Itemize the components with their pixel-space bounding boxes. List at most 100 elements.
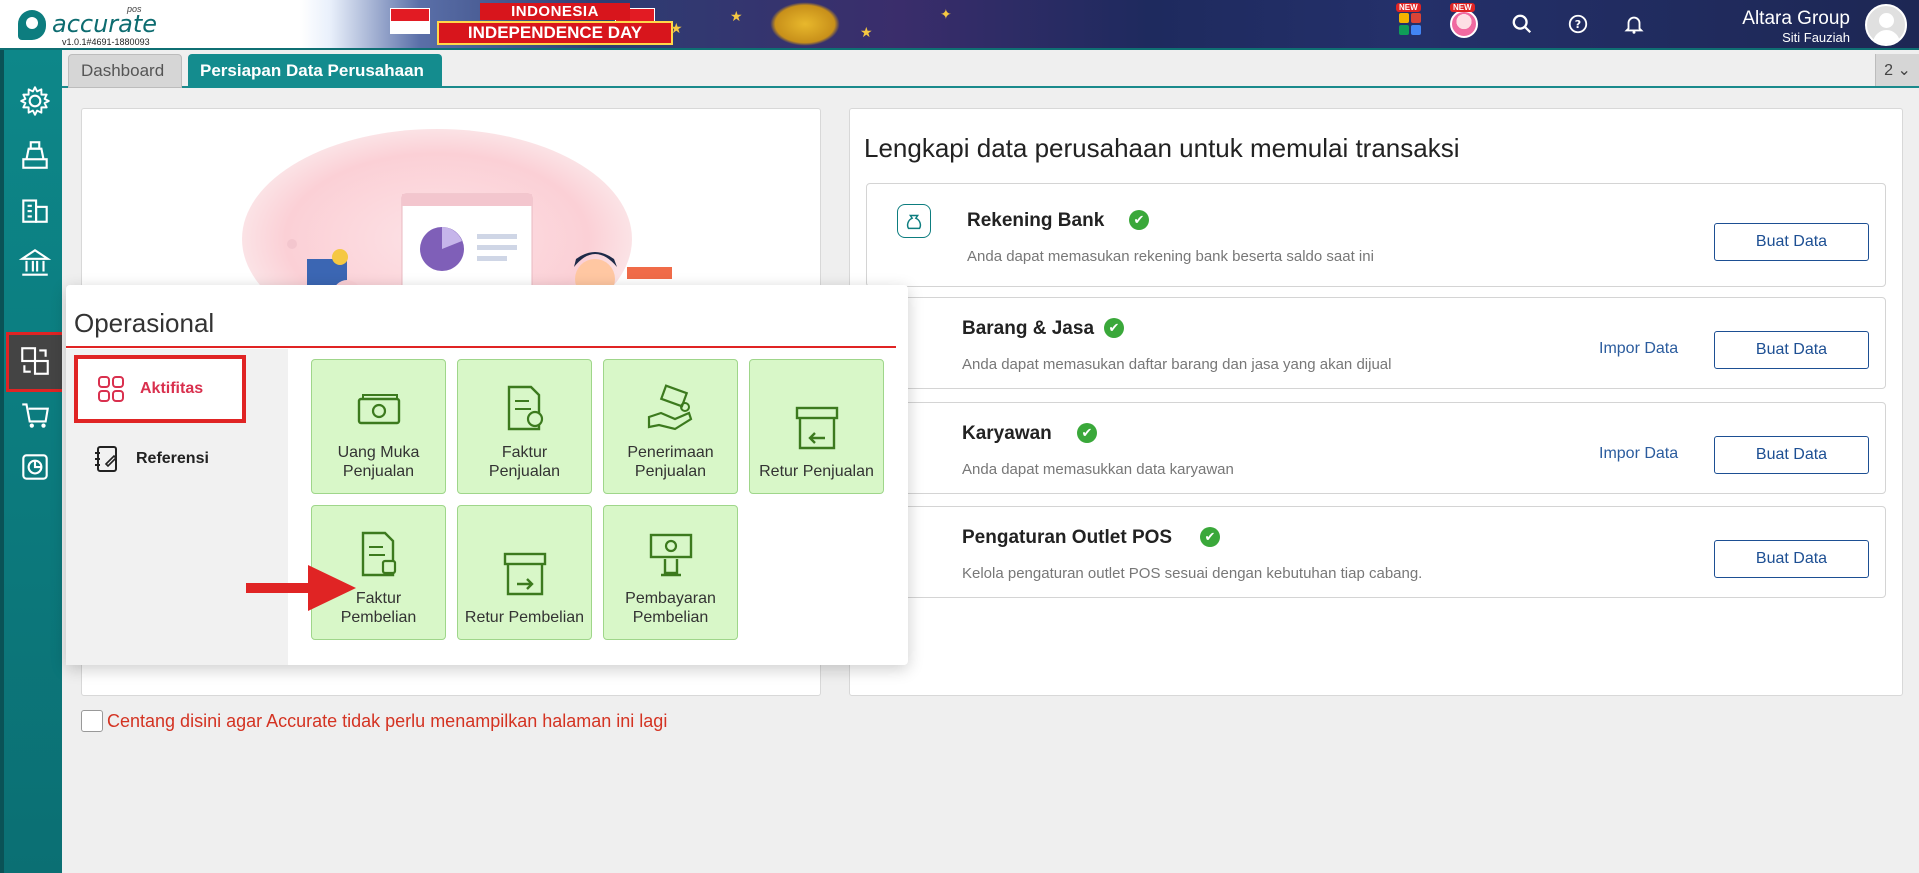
search-icon bbox=[1512, 14, 1532, 34]
bank-icon bbox=[18, 248, 52, 276]
tab-count-dropdown[interactable]: 2 ⌄ bbox=[1875, 54, 1919, 86]
tile-retur-penjualan[interactable]: Retur Penjualan bbox=[749, 359, 884, 494]
buat-data-button[interactable]: Buat Data bbox=[1714, 540, 1869, 578]
flag-icon bbox=[390, 8, 430, 34]
help-icon: ? bbox=[1568, 14, 1588, 34]
tile-label-2: Retur Pembelian bbox=[464, 609, 585, 626]
banner-line1: INDONESIA bbox=[480, 3, 630, 20]
setup-row-karyawan: Karyawan ✔ Anda dapat memasukkan data ka… bbox=[866, 402, 1886, 494]
setup-row-title: Pengaturan Outlet POS bbox=[962, 527, 1173, 548]
setup-row-desc: Anda dapat memasukkan data karyawan bbox=[962, 461, 1234, 478]
user-avatar[interactable] bbox=[1865, 4, 1907, 46]
search-button[interactable] bbox=[1506, 8, 1538, 40]
sidebar-item-company[interactable] bbox=[14, 188, 56, 230]
new-badge: NEW bbox=[1396, 3, 1421, 12]
sidebar bbox=[0, 50, 70, 873]
sidebar-item-pos[interactable] bbox=[14, 134, 56, 176]
mascot-button[interactable]: NEW bbox=[1448, 3, 1480, 40]
star-icon: ✦ bbox=[940, 6, 952, 22]
tile-label-2: Penjualan bbox=[634, 463, 707, 480]
operations-icon bbox=[21, 347, 49, 375]
popup-tab-aktifitas[interactable]: Aktifitas bbox=[74, 355, 246, 423]
tile-label-1: Faktur bbox=[501, 444, 548, 461]
banner-line2: INDEPENDENCE DAY bbox=[437, 21, 673, 45]
sidebar-item-reports[interactable] bbox=[14, 446, 56, 488]
tile-label-2: Penjualan bbox=[488, 463, 561, 480]
app-logo[interactable]: accurate pos v1.0.1#4691-1880093 bbox=[12, 4, 172, 48]
tile-label-1: Faktur bbox=[355, 590, 402, 607]
dont-show-again-row: Centang disini agar Accurate tidak perlu… bbox=[81, 710, 667, 732]
apps-menu-button[interactable]: NEW bbox=[1394, 3, 1426, 40]
operasional-menu-popup: Operasional Aktifitas Referensi Uang Muk… bbox=[66, 285, 908, 665]
tab-bar: Dashboard Persiapan Data Perusahaan 2 ⌄ bbox=[62, 50, 1919, 88]
bell-icon bbox=[1624, 16, 1644, 34]
tile-pembayaran-pembelian[interactable]: Pembayaran Pembelian bbox=[603, 505, 738, 640]
cash-icon bbox=[357, 394, 400, 425]
popup-tab-label: Aktifitas bbox=[140, 380, 204, 397]
invoice-purchase-icon bbox=[361, 531, 396, 577]
star-icon: ★ bbox=[730, 8, 743, 24]
tab-dashboard[interactable]: Dashboard bbox=[68, 54, 182, 88]
tile-label-1: Uang Muka bbox=[337, 444, 420, 461]
building-icon bbox=[22, 199, 48, 223]
mascot-avatar-icon bbox=[1450, 10, 1478, 38]
check-circle-icon: ✔ bbox=[1077, 423, 1097, 443]
dont-show-again-checkbox[interactable] bbox=[81, 710, 103, 732]
hand-money-icon bbox=[647, 384, 692, 431]
setup-row-desc: Kelola pengaturan outlet POS sesuai deng… bbox=[962, 565, 1423, 582]
payment-hand-icon bbox=[649, 533, 692, 577]
help-button[interactable]: ? bbox=[1562, 8, 1594, 40]
logo-text: accurate bbox=[52, 10, 158, 38]
tile-label-2: Penjualan bbox=[342, 463, 415, 480]
invoice-sale-icon bbox=[507, 385, 543, 431]
check-circle-icon: ✔ bbox=[1200, 527, 1220, 547]
grid-apps-icon bbox=[98, 376, 124, 402]
buat-data-button[interactable]: Buat Data bbox=[1714, 331, 1869, 369]
star-icon: ★ bbox=[860, 24, 873, 40]
tile-uang-muka-penjualan[interactable]: Uang Muka Penjualan bbox=[311, 359, 446, 494]
buat-data-button[interactable]: Buat Data bbox=[1714, 436, 1869, 474]
setup-row-desc: Anda dapat memasukan rekening bank beser… bbox=[967, 248, 1374, 265]
buat-data-button[interactable]: Buat Data bbox=[1714, 223, 1869, 261]
popup-tab-label: Referensi bbox=[136, 450, 209, 467]
logo-sub: pos bbox=[127, 4, 142, 14]
sidebar-item-operasional[interactable] bbox=[14, 340, 56, 382]
tile-penerimaan-penjualan[interactable]: Penerimaan Penjualan bbox=[603, 359, 738, 494]
setup-row-rekening-bank: Rekening Bank ✔ Anda dapat memasukan rek… bbox=[866, 183, 1886, 287]
dont-show-again-label[interactable]: Centang disini agar Accurate tidak perlu… bbox=[107, 711, 667, 732]
tile-label-2: Retur Penjualan bbox=[759, 463, 874, 480]
app-root: accurate pos v1.0.1#4691-1880093 INDONES… bbox=[0, 0, 1919, 873]
top-bar: accurate pos v1.0.1#4691-1880093 INDONES… bbox=[0, 0, 1919, 50]
tile-retur-pembelian[interactable]: Retur Pembelian bbox=[457, 505, 592, 640]
cashier-icon bbox=[22, 141, 48, 169]
popup-tab-referensi[interactable]: Referensi bbox=[74, 425, 288, 493]
independence-day-banner: INDONESIA INDEPENDENCE DAY ★ ★ ★ ✦ bbox=[330, 0, 1150, 50]
box-return-out-icon bbox=[503, 552, 546, 596]
sidebar-item-settings[interactable] bbox=[14, 80, 56, 122]
setup-row-barang-jasa: Barang & Jasa ✔ Anda dapat memasukan daf… bbox=[866, 297, 1886, 389]
star-icon: ★ bbox=[670, 20, 683, 36]
tab-persiapan-data[interactable]: Persiapan Data Perusahaan bbox=[188, 54, 442, 88]
setup-title: Lengkapi data perusahaan untuk memulai t… bbox=[864, 133, 1460, 163]
svg-text:?: ? bbox=[1575, 18, 1581, 31]
sidebar-item-bank[interactable] bbox=[14, 242, 56, 284]
money-bag-icon bbox=[897, 204, 931, 238]
setup-card: Lengkapi data perusahaan untuk memulai t… bbox=[849, 108, 1903, 696]
sidebar-item-inventory[interactable] bbox=[14, 394, 56, 436]
accurate-logo-icon bbox=[18, 10, 46, 40]
box-return-icon bbox=[795, 406, 838, 450]
impor-data-link[interactable]: Impor Data bbox=[1599, 340, 1678, 358]
setup-row-title: Karyawan bbox=[962, 423, 1052, 444]
gear-icon bbox=[20, 86, 50, 116]
report-chart-icon bbox=[22, 454, 48, 480]
impor-data-link[interactable]: Impor Data bbox=[1599, 445, 1678, 463]
cart-icon bbox=[22, 403, 50, 428]
user-name[interactable]: Siti Fauziah bbox=[1782, 30, 1850, 45]
tile-faktur-penjualan[interactable]: Faktur Penjualan bbox=[457, 359, 592, 494]
notebook-edit-icon bbox=[95, 446, 118, 472]
new-badge: NEW bbox=[1450, 3, 1475, 12]
notification-button[interactable] bbox=[1618, 8, 1650, 40]
check-circle-icon: ✔ bbox=[1129, 210, 1149, 230]
red-arrow-icon bbox=[246, 565, 356, 611]
company-name[interactable]: Altara Group bbox=[1742, 8, 1850, 30]
